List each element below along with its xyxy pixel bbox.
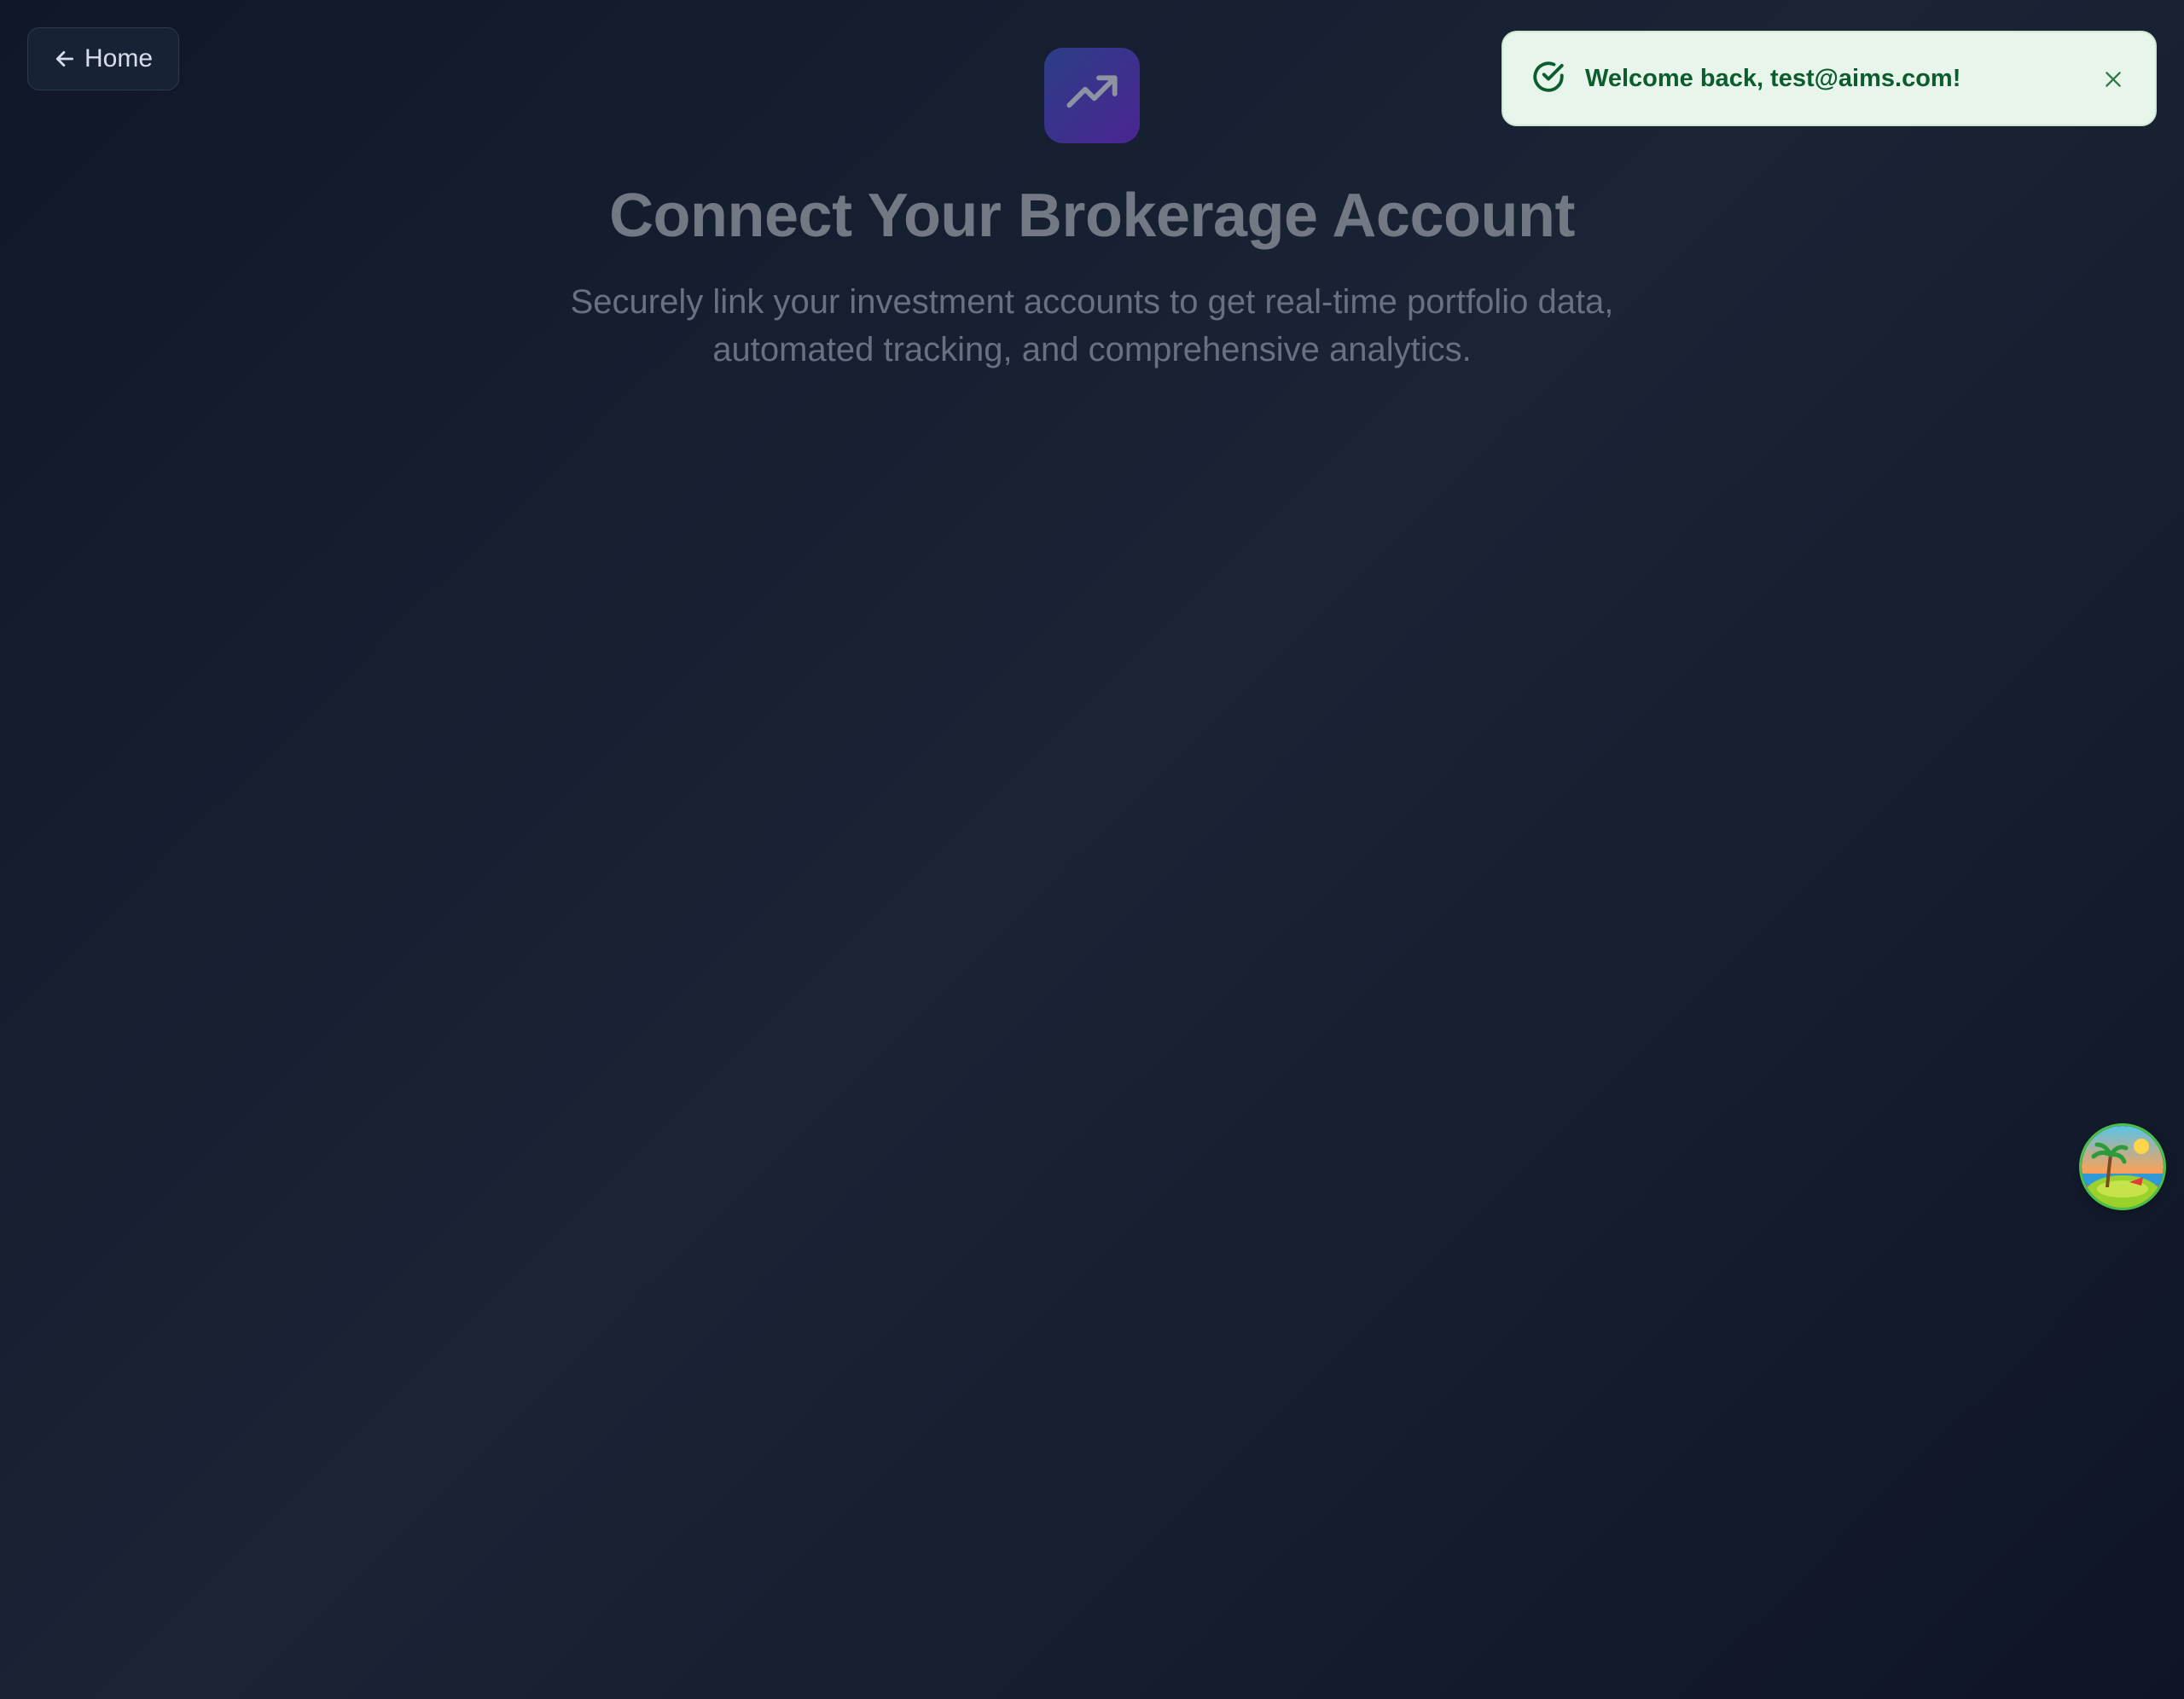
check-circle-icon — [1531, 59, 1566, 99]
arrow-left-icon — [54, 48, 76, 70]
toast-message: Welcome back, test@aims.com! — [1585, 64, 1961, 92]
home-button-label: Home — [84, 44, 154, 72]
island-avatar-icon — [2082, 1126, 2164, 1208]
close-icon[interactable] — [2099, 65, 2128, 94]
trending-up-icon — [1065, 67, 1119, 125]
floating-avatar-button[interactable] — [2082, 1126, 2164, 1208]
page-title: Connect Your Brokerage Account — [609, 182, 1575, 250]
app-logo — [1044, 48, 1140, 143]
page-subtitle: Securely link your investment accounts t… — [570, 283, 1614, 368]
home-button[interactable]: Home — [27, 27, 179, 90]
welcome-toast: Welcome back, test@aims.com! — [1502, 31, 2157, 126]
